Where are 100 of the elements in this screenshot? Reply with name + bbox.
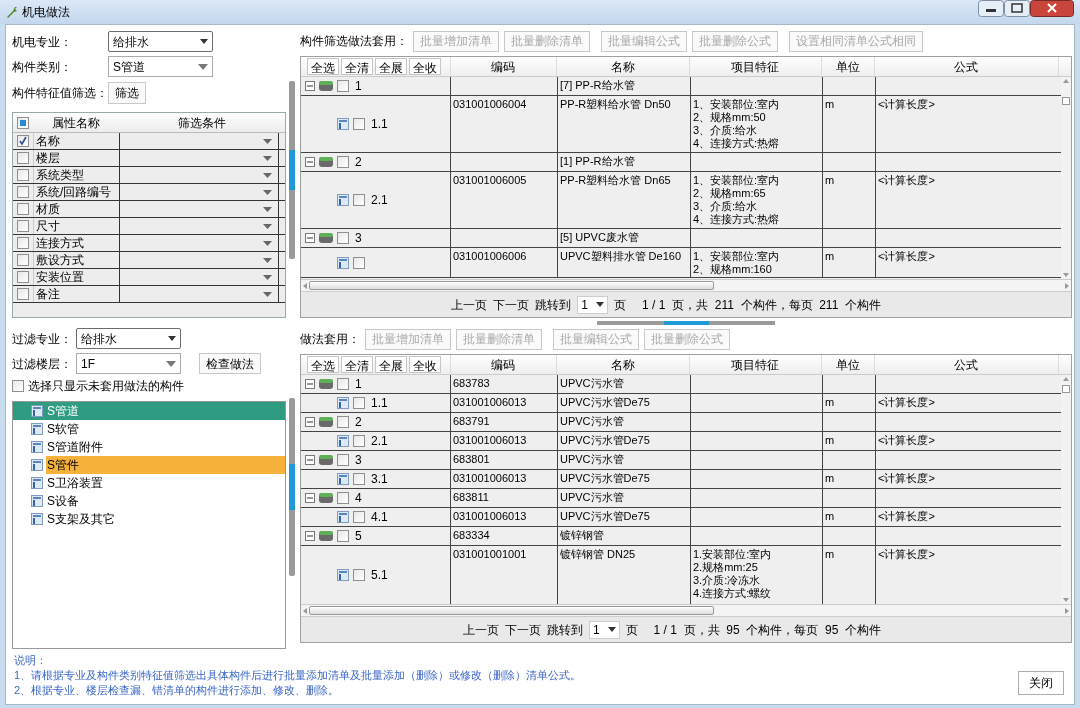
button[interactable]: 全收 xyxy=(409,356,441,373)
collapse-icon[interactable] xyxy=(305,417,315,427)
table-cell: m xyxy=(825,174,835,186)
combo-box[interactable]: 1F xyxy=(76,353,181,374)
table-cell: UPVC塑料排水管 De160 xyxy=(560,250,682,262)
checkbox[interactable] xyxy=(17,186,29,198)
collapse-icon[interactable] xyxy=(305,233,315,243)
scrollbar[interactable] xyxy=(289,81,295,259)
collapse-icon[interactable] xyxy=(305,493,315,503)
page-dropdown[interactable]: 1 xyxy=(588,620,620,639)
scrollbar[interactable] xyxy=(289,398,295,576)
checkbox[interactable] xyxy=(353,435,365,447)
feature-text: 4、连接方式:热熔 xyxy=(693,137,781,150)
table-cell: 683811 xyxy=(453,491,489,503)
checkbox[interactable] xyxy=(17,254,29,266)
scroll-thumb[interactable] xyxy=(1062,97,1070,105)
checkbox[interactable] xyxy=(337,156,349,168)
table-cell: 031001006013 xyxy=(453,434,527,446)
table-cell: <计算长度> xyxy=(878,396,935,408)
checkbox[interactable] xyxy=(17,135,29,147)
pager-summary: 1 / 1 页，共 211 个构件，每页 211 个构件 xyxy=(642,296,881,314)
checkbox[interactable] xyxy=(337,492,349,504)
tree-item[interactable]: S软管 xyxy=(13,420,285,438)
checkbox[interactable] xyxy=(353,194,365,206)
next-page-link[interactable]: 下一页 xyxy=(504,620,541,639)
collapse-icon[interactable] xyxy=(305,81,315,91)
field-label: 过滤专业： xyxy=(12,330,73,348)
checkbox[interactable] xyxy=(12,380,24,392)
collapse-icon[interactable] xyxy=(305,531,315,541)
caret-icon xyxy=(198,63,208,70)
scrollbar[interactable] xyxy=(1061,375,1071,604)
dropdown[interactable]: 给排水 xyxy=(108,31,213,52)
column-header: 编码 xyxy=(450,57,558,76)
button[interactable]: 全选 xyxy=(307,58,339,75)
horizontal-scrollbar[interactable] xyxy=(301,604,1071,616)
column-header: 单位 xyxy=(821,57,875,76)
checkbox[interactable] xyxy=(337,530,349,542)
combo-box[interactable]: S管道 xyxy=(108,56,213,77)
checkbox[interactable] xyxy=(337,454,349,466)
scroll-thumb[interactable] xyxy=(1062,385,1070,393)
collapse-icon[interactable] xyxy=(305,455,315,465)
button[interactable]: 检查做法 xyxy=(199,353,261,374)
document-icon xyxy=(337,397,349,409)
table-cell: 系统/回路编号 xyxy=(33,184,119,200)
next-page-link[interactable]: 下一页 xyxy=(493,295,530,314)
checkbox[interactable] xyxy=(17,237,29,249)
collapse-icon[interactable] xyxy=(305,157,315,167)
dropdown-arrow-icon xyxy=(263,223,272,229)
table-cell: UPVC污水管De75 xyxy=(560,434,650,446)
checkbox[interactable] xyxy=(353,256,365,269)
button[interactable]: 全选 xyxy=(307,356,339,373)
layer-icon xyxy=(319,455,333,465)
prev-page-link[interactable]: 上一页 xyxy=(462,620,499,639)
dropdown[interactable]: 给排水 xyxy=(76,328,181,349)
checkbox[interactable] xyxy=(17,169,29,181)
button[interactable]: 全展 xyxy=(375,58,407,75)
close-button[interactable]: 关闭 xyxy=(1018,671,1064,695)
button[interactable]: 全展 xyxy=(375,356,407,373)
scrollbar[interactable] xyxy=(1061,77,1071,279)
toolbar-label: 构件筛选做法套用： xyxy=(300,33,408,50)
checkbox[interactable] xyxy=(337,416,349,428)
tree-item[interactable]: S管道附件 xyxy=(13,438,285,456)
table-cell: 031001006004 xyxy=(453,98,527,110)
checkbox[interactable] xyxy=(353,118,365,130)
tree-item[interactable]: S设备 xyxy=(13,492,285,510)
checkbox[interactable] xyxy=(17,271,29,283)
table-cell: m xyxy=(825,396,835,408)
checkbox[interactable] xyxy=(17,288,29,300)
checkbox[interactable] xyxy=(17,152,29,164)
button[interactable]: 筛选 xyxy=(108,82,146,104)
splitter[interactable] xyxy=(597,320,775,325)
collapse-icon[interactable] xyxy=(305,379,315,389)
column-header: 名称 xyxy=(557,57,690,76)
prev-page-link[interactable]: 上一页 xyxy=(451,295,488,314)
checkbox[interactable] xyxy=(337,232,349,244)
horizontal-scrollbar[interactable] xyxy=(301,279,1071,291)
checkbox[interactable] xyxy=(353,569,365,581)
button[interactable]: 全收 xyxy=(409,58,441,75)
table-cell: 材质 xyxy=(33,201,119,217)
tree-item[interactable]: S支架及其它 xyxy=(13,510,285,528)
checkbox[interactable] xyxy=(337,80,349,92)
button[interactable]: 全清 xyxy=(341,356,373,373)
checkbox[interactable] xyxy=(17,220,29,232)
caret-icon xyxy=(607,627,616,632)
checkbox[interactable] xyxy=(353,511,365,523)
dropdown-arrow-icon xyxy=(263,155,272,161)
scroll-down-icon xyxy=(1063,273,1069,277)
column-header: 项目特征 xyxy=(690,355,822,374)
tree-item[interactable]: S卫浴装置 xyxy=(13,474,285,492)
maximize-icon xyxy=(1004,0,1030,17)
dropdown-arrow-icon xyxy=(263,138,272,144)
feature-text: 4.连接方式:螺纹 xyxy=(693,587,773,600)
button[interactable]: 全清 xyxy=(341,58,373,75)
checkbox[interactable] xyxy=(353,397,365,409)
checkbox[interactable] xyxy=(17,116,29,129)
page-dropdown[interactable]: 1 xyxy=(577,295,609,314)
checkbox[interactable] xyxy=(353,473,365,485)
checkbox[interactable] xyxy=(17,203,29,215)
table-cell: [1] PP-R给水管 xyxy=(560,155,635,167)
checkbox[interactable] xyxy=(337,378,349,390)
